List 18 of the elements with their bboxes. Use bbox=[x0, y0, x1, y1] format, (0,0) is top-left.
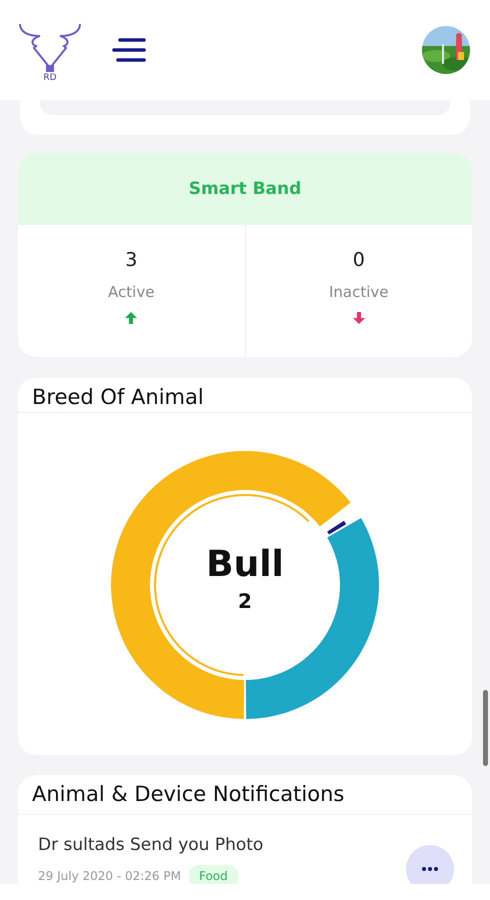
card-title: Breed Of Animal bbox=[18, 378, 472, 413]
card-title: Animal & Device Notifications bbox=[18, 775, 472, 815]
card-title: Smart Band bbox=[18, 153, 472, 225]
stat-value: 0 bbox=[352, 249, 365, 271]
more-button[interactable] bbox=[406, 845, 454, 884]
logo-text: RD bbox=[43, 74, 57, 82]
stat-value: 3 bbox=[125, 249, 138, 271]
stat-label: Inactive bbox=[328, 283, 389, 301]
center-value: 2 bbox=[238, 588, 252, 613]
menu-icon bbox=[112, 36, 146, 64]
category-tag: Food bbox=[188, 865, 238, 884]
menu-button[interactable] bbox=[112, 36, 146, 64]
notification-date: 29 July 2020 - 02:26 PM bbox=[38, 869, 181, 883]
center-label: Bull bbox=[206, 545, 284, 585]
scrollbar[interactable] bbox=[483, 690, 488, 766]
notification-title[interactable]: Dr sultads Send you Photo bbox=[38, 835, 264, 855]
stat-label: Active bbox=[108, 283, 154, 301]
more-icon bbox=[422, 867, 438, 871]
